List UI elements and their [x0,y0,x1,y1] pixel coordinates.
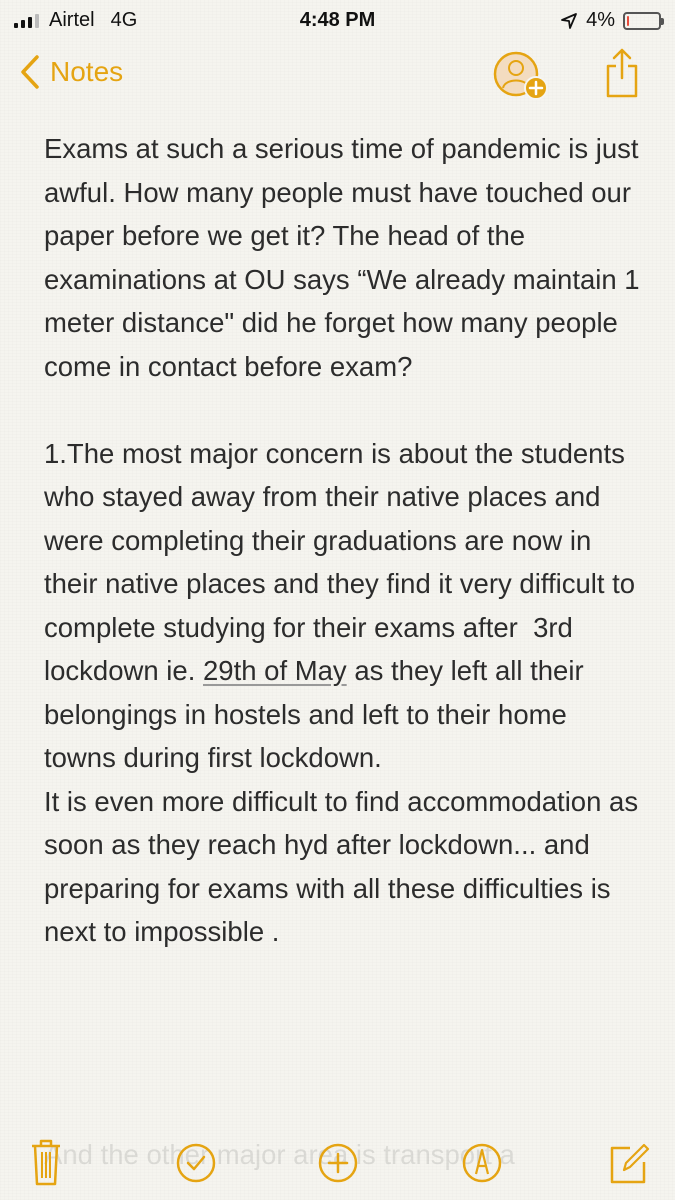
markup-icon[interactable] [460,1134,504,1188]
checklist-icon[interactable] [174,1134,218,1188]
battery-icon [623,11,664,30]
back-button[interactable]: Notes [18,54,123,90]
add-people-icon[interactable] [492,50,554,102]
note-paragraph-2-start: 1.The most major concern is about the st… [44,437,643,687]
battery-percent: 4% [586,9,615,31]
location-arrow-icon [561,12,577,29]
status-bar: Airtel 4G 4:48 PM 4% [0,0,675,40]
nav-bar: Notes [0,44,675,114]
battery-fill [627,15,629,26]
note-paragraph-2: 1.The most major concern is about the st… [44,432,644,780]
note-paragraph-3: It is even more difficult to find accomm… [44,785,646,948]
date-link[interactable]: 29th of May [203,655,347,686]
note-paragraph-1: Exams at such a serious time of pandemic… [44,133,648,382]
chevron-left-icon [21,55,39,89]
bottom-toolbar [0,1130,675,1200]
status-right: 4% [560,9,664,32]
add-icon[interactable] [316,1134,360,1188]
note-body[interactable]: Exams at such a serious time of pandemic… [44,127,644,954]
compose-icon[interactable] [606,1134,650,1188]
trash-icon[interactable] [28,1134,64,1188]
back-label: Notes [50,56,124,87]
share-icon[interactable] [604,46,640,100]
